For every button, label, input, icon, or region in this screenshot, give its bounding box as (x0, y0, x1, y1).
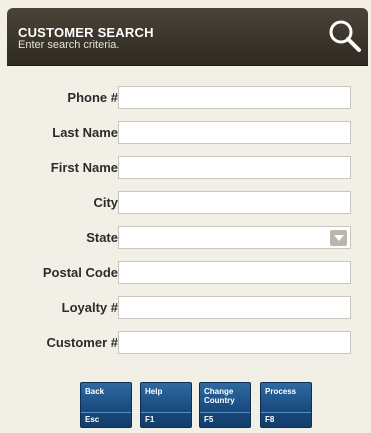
state-label: State (86, 230, 118, 245)
process-button-key: F8 (261, 412, 311, 427)
city-input[interactable] (118, 191, 351, 214)
page-title: CUSTOMER SEARCH (18, 25, 154, 40)
row-loyalty: Loyalty # (7, 296, 368, 320)
city-label: City (93, 195, 118, 210)
first-name-input[interactable] (118, 156, 351, 179)
first-name-label: First Name (50, 160, 118, 175)
header-bar: CUSTOMER SEARCH Enter search criteria. (7, 8, 368, 65)
row-first-name: First Name (7, 156, 368, 180)
phone-label: Phone # (67, 90, 118, 105)
postal-code-input[interactable] (118, 261, 351, 284)
back-button[interactable]: Back Esc (80, 382, 132, 428)
help-button[interactable]: Help F1 (140, 382, 192, 428)
last-name-input[interactable] (118, 121, 351, 144)
help-button-key: F1 (141, 412, 191, 427)
loyalty-input[interactable] (118, 296, 351, 319)
state-select[interactable] (118, 226, 351, 249)
search-icon (329, 20, 361, 52)
row-state: State (7, 226, 368, 250)
change-country-button-key: F5 (200, 412, 250, 427)
postal-code-label: Postal Code (42, 265, 118, 280)
change-country-button-label: Change Country (204, 387, 235, 405)
row-last-name: Last Name (7, 121, 368, 145)
row-postal-code: Postal Code (7, 261, 368, 285)
row-customer-number: Customer # (7, 331, 368, 355)
row-city: City (7, 191, 368, 215)
back-button-label: Back (85, 387, 105, 396)
process-button[interactable]: Process F8 (260, 382, 312, 428)
customer-number-label: Customer # (46, 335, 118, 350)
process-button-label: Process (265, 387, 297, 396)
back-button-key: Esc (81, 412, 131, 427)
customer-search-screen: CUSTOMER SEARCH Enter search criteria. P… (5, 0, 371, 433)
row-phone: Phone # (7, 86, 368, 110)
help-button-label: Help (145, 387, 163, 396)
phone-input[interactable] (118, 86, 351, 109)
last-name-label: Last Name (52, 125, 118, 140)
chevron-down-icon[interactable] (330, 230, 347, 246)
change-country-button[interactable]: Change Country F5 (199, 382, 251, 428)
loyalty-label: Loyalty # (61, 300, 118, 315)
customer-number-input[interactable] (118, 331, 351, 354)
page-subtitle: Enter search criteria. (18, 39, 120, 51)
